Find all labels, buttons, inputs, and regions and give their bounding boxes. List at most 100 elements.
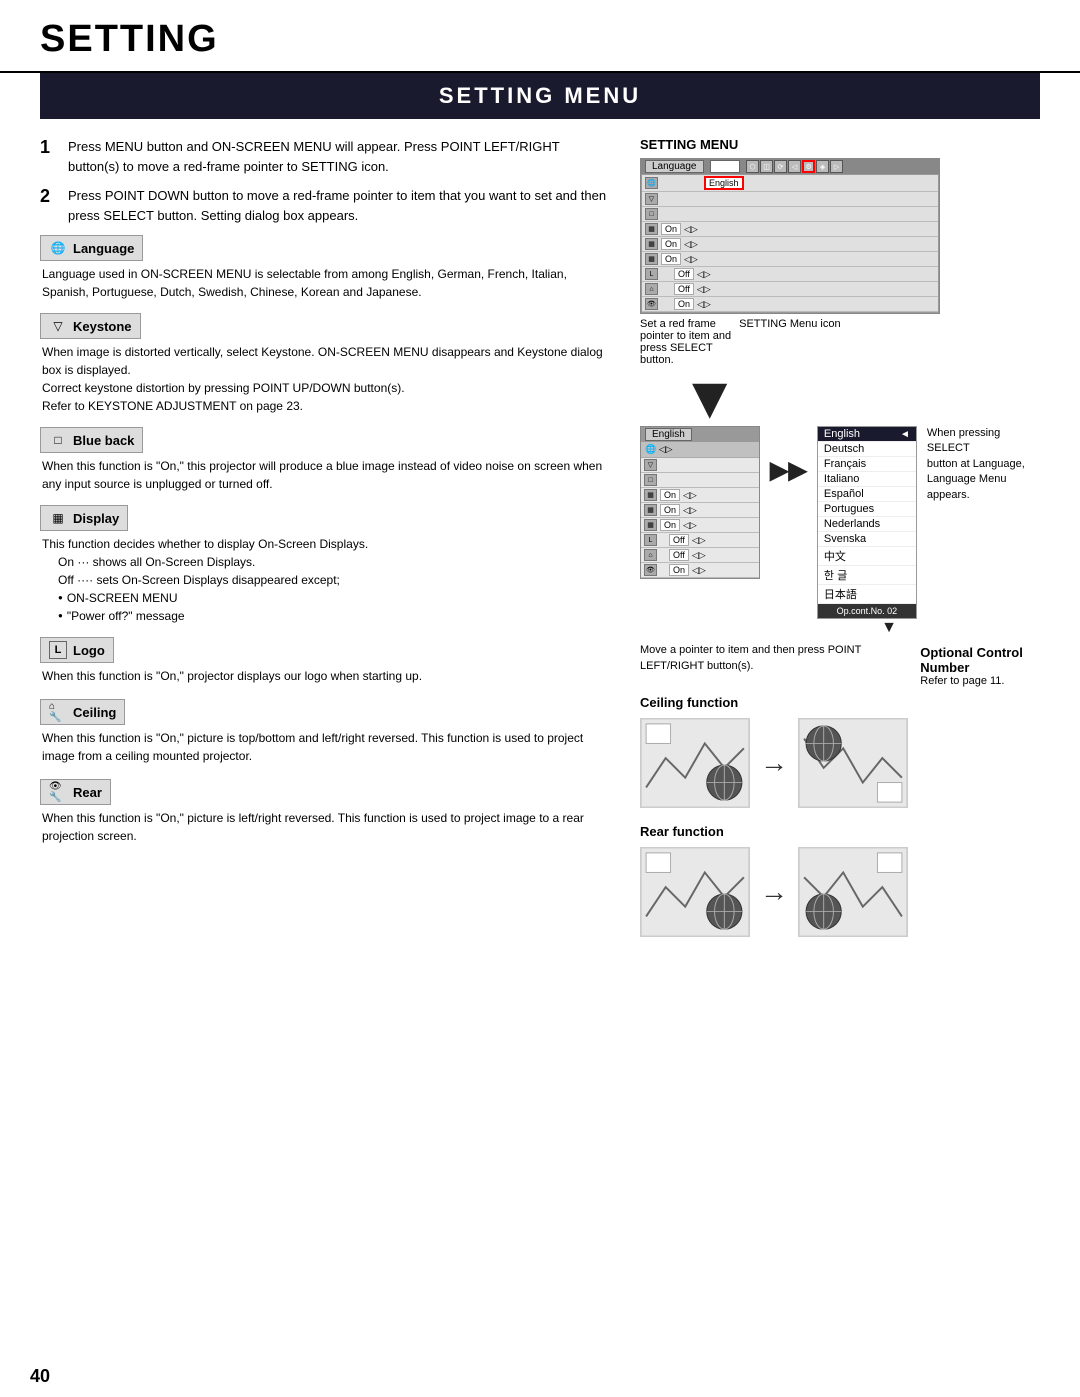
language-body: Language used in ON-SCREEN MENU is selec…: [42, 265, 610, 301]
step-2: 2 Press POINT DOWN button to move a red-…: [40, 186, 610, 225]
lang-row-4: ▦ On◁▷: [641, 503, 759, 518]
bullet-poweroff: "Power off?" message: [58, 607, 610, 625]
sm-icons-row: ⬡ ◫ ⟳ ◁ ⚙ ◈ ▷: [746, 160, 843, 173]
lang-row-2: □: [641, 473, 759, 488]
select-annotation-area: English 🌐 ◁▷ ▽ □: [640, 426, 1040, 637]
sm-row-icon-lang: 🌐: [645, 177, 658, 189]
lang-row-icon-7: ⌂: [644, 549, 657, 561]
sm-row-8: ⌂ Off ◁▷: [642, 282, 938, 297]
lang-left-panel: English 🌐 ◁▷ ▽ □: [640, 426, 760, 579]
keystone-section: ▽ Keystone When image is distorted verti…: [40, 313, 610, 415]
two-col-layout: 1 Press MENU button and ON-SCREEN MENU w…: [40, 137, 1040, 953]
page-header: SETTING: [0, 0, 1080, 73]
lang-item-espanol: Español: [818, 487, 916, 502]
rear-before-svg: [641, 848, 749, 936]
sm-row-icon-3: □: [645, 208, 658, 220]
page-title: SETTING: [40, 18, 219, 60]
sm-row-arrow-7: ◁▷: [697, 269, 711, 280]
lang-top-icons-row: 🌐 ◁▷: [641, 442, 759, 458]
sm-row-arrow-4: ◁▷: [684, 224, 698, 235]
lang-row-icon-6: L: [644, 534, 657, 546]
keystone-body: When image is distorted vertically, sele…: [42, 343, 610, 415]
lang-row-val-5: On: [660, 519, 680, 531]
lang-row-icon-4: ▦: [644, 504, 657, 516]
rear-title: Rear: [73, 785, 102, 800]
when-pressing-annotation: When pressing SELECT button at Language,…: [927, 426, 1040, 503]
keystone-header: ▽ Keystone: [40, 313, 141, 339]
sm-row-9: 👁 On ◁▷: [642, 297, 938, 312]
lang-menu-rows: ▽ □ ▦ On◁▷ ▦ On◁▷: [641, 458, 759, 578]
sm-row-language: 🌐 English: [642, 175, 938, 192]
display-intro: This function decides whether to display…: [42, 537, 368, 551]
ceiling-after-img: [798, 718, 908, 808]
optional-ctrl-area: Move a pointer to item and then press PO…: [640, 641, 1040, 687]
lang-row-7: ⌂ Off◁▷: [641, 548, 759, 563]
lang-item-japanese: 日本語: [818, 585, 916, 604]
ceiling-before-img: [640, 718, 750, 808]
lang-row-1: ▽: [641, 458, 759, 473]
lang-tab: English: [645, 428, 692, 441]
sm-row-val-9: On: [674, 298, 694, 310]
ceiling-title: Ceiling: [73, 705, 116, 720]
sm-icon-1: ⬡: [746, 160, 759, 173]
big-down-arrow: ▼: [680, 374, 1000, 422]
lang-item-nederlands: Nederlands: [818, 517, 916, 532]
lang-row-3: ▦ On◁▷: [641, 488, 759, 503]
language-list-container: English ◄ Deutsch Français Italiano: [817, 426, 917, 637]
ceiling-after-svg: [799, 719, 907, 807]
section-title-text: SETTING MENU: [439, 83, 641, 108]
sm-row-7: L Off ◁▷: [642, 267, 938, 282]
sm-row-icon-8: ⌂: [645, 283, 658, 295]
setting-menu-mockup-top: Language Auto ⬡ ◫ ⟳ ◁ ⚙ ◈ ▷: [640, 158, 1040, 366]
display-header: ▦ Display: [40, 505, 128, 531]
rear-section: 👁🔧 Rear When this function is "On," pict…: [40, 777, 610, 845]
page-number: 40: [30, 1366, 50, 1387]
logo-icon: L: [49, 641, 67, 659]
lang-row-icon-3: ▦: [644, 489, 657, 501]
sm-row-3: □: [642, 207, 938, 222]
keystone-icon: ▽: [49, 317, 67, 335]
sm-row-lang-val: English: [704, 176, 744, 190]
lang-opcont: Op.cont.No. 02: [818, 604, 916, 618]
rear-function-diagram: →: [640, 847, 1040, 937]
sm-row-arrow-8: ◁▷: [697, 284, 711, 295]
rear-header: 👁🔧 Rear: [40, 779, 111, 805]
rear-icon: 👁🔧: [49, 783, 67, 801]
sm-row-val-8: Off: [674, 283, 694, 295]
lang-row-icon-1: ▽: [644, 459, 657, 471]
sm-icon-2: ◫: [760, 160, 773, 173]
ceiling-function-label: Ceiling function: [640, 695, 1040, 710]
callout-setting-icon-label: SETTING Menu icon: [739, 318, 840, 366]
language-header: 🌐 Language: [40, 235, 143, 261]
sm-row-val-6: On: [661, 253, 681, 265]
lang-row-val-4: On: [660, 504, 680, 516]
callout-set-text: Set a red frame pointer to item and pres…: [640, 318, 731, 366]
lang-row-val-3: On: [660, 489, 680, 501]
language-list: English ◄ Deutsch Français Italiano: [817, 426, 917, 619]
ceiling-header: ⌂🔧 Ceiling: [40, 699, 125, 725]
logo-header: L Logo: [40, 637, 114, 663]
ceiling-function-arrow: →: [760, 747, 788, 779]
display-title: Display: [73, 511, 119, 526]
logo-body: When this function is "On," projector di…: [42, 667, 610, 685]
step-1: 1 Press MENU button and ON-SCREEN MENU w…: [40, 137, 610, 176]
rear-body: When this function is "On," picture is l…: [42, 809, 610, 845]
lang-item-francais: Français: [818, 457, 916, 472]
lang-row-5: ▦ On◁▷: [641, 518, 759, 533]
display-body: This function decides whether to display…: [42, 535, 610, 625]
display-icon: ▦: [49, 509, 67, 527]
setting-menu-diagram-label: SETTING MENU: [640, 137, 1040, 152]
sm-language-tab: Language: [645, 160, 704, 173]
refer-text: Refer to page 11.: [920, 675, 1040, 687]
keystone-title: Keystone: [73, 319, 132, 334]
optional-ctrl-block: Optional Control Number Refer to page 11…: [920, 641, 1040, 687]
sm-row-icon-5: ▦: [645, 238, 658, 250]
ceiling-icon: ⌂🔧: [49, 703, 67, 721]
page-wrapper: SETTING SETTING MENU 1 Press MENU button…: [0, 0, 1080, 1397]
lang-item-deutsch: Deutsch: [818, 442, 916, 457]
callout-set-red-frame: Set a red frame pointer to item and pres…: [640, 318, 731, 366]
rear-function-label: Rear function: [640, 824, 1040, 839]
step-2-number: 2: [40, 186, 58, 225]
sm-icon-setting-selected: ⚙: [802, 160, 815, 173]
sm-icon-6: ▷: [830, 160, 843, 173]
